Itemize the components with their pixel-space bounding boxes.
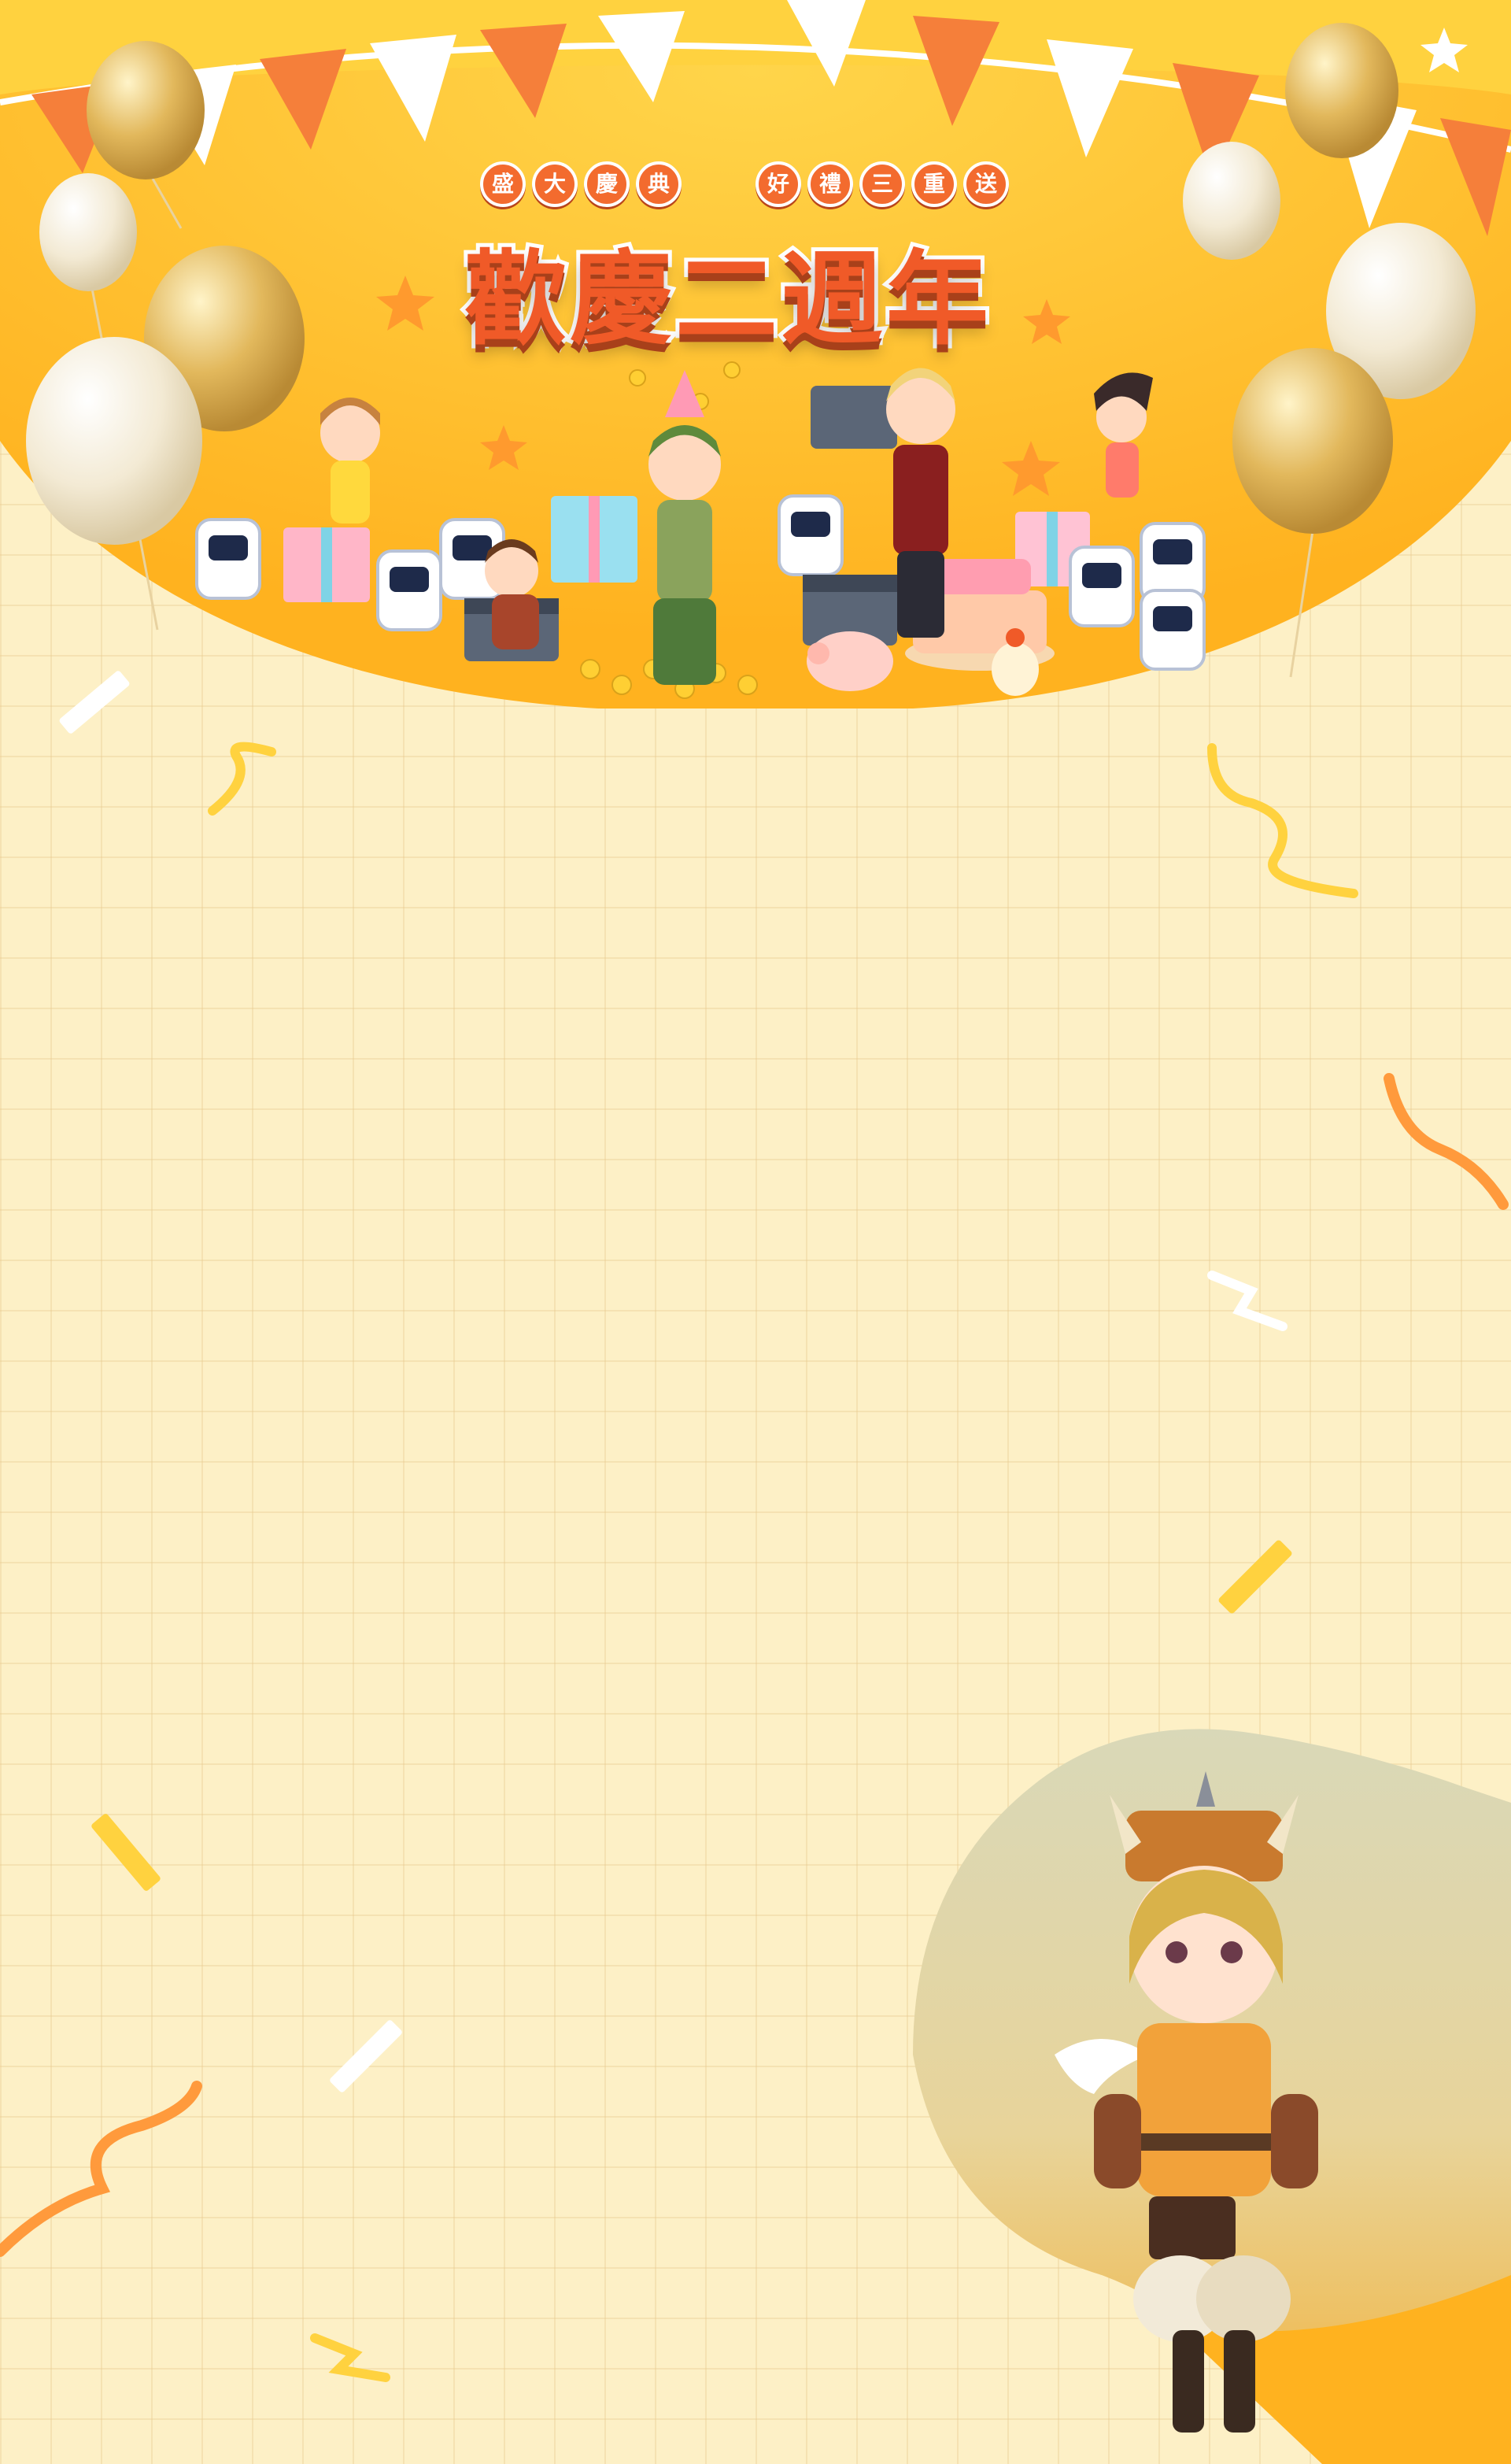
event-page: 盛 大 慶 典 好 禮 三 重 送 歡慶二週年 xyxy=(0,0,1511,2464)
corner-character-panel xyxy=(913,1729,1511,2464)
